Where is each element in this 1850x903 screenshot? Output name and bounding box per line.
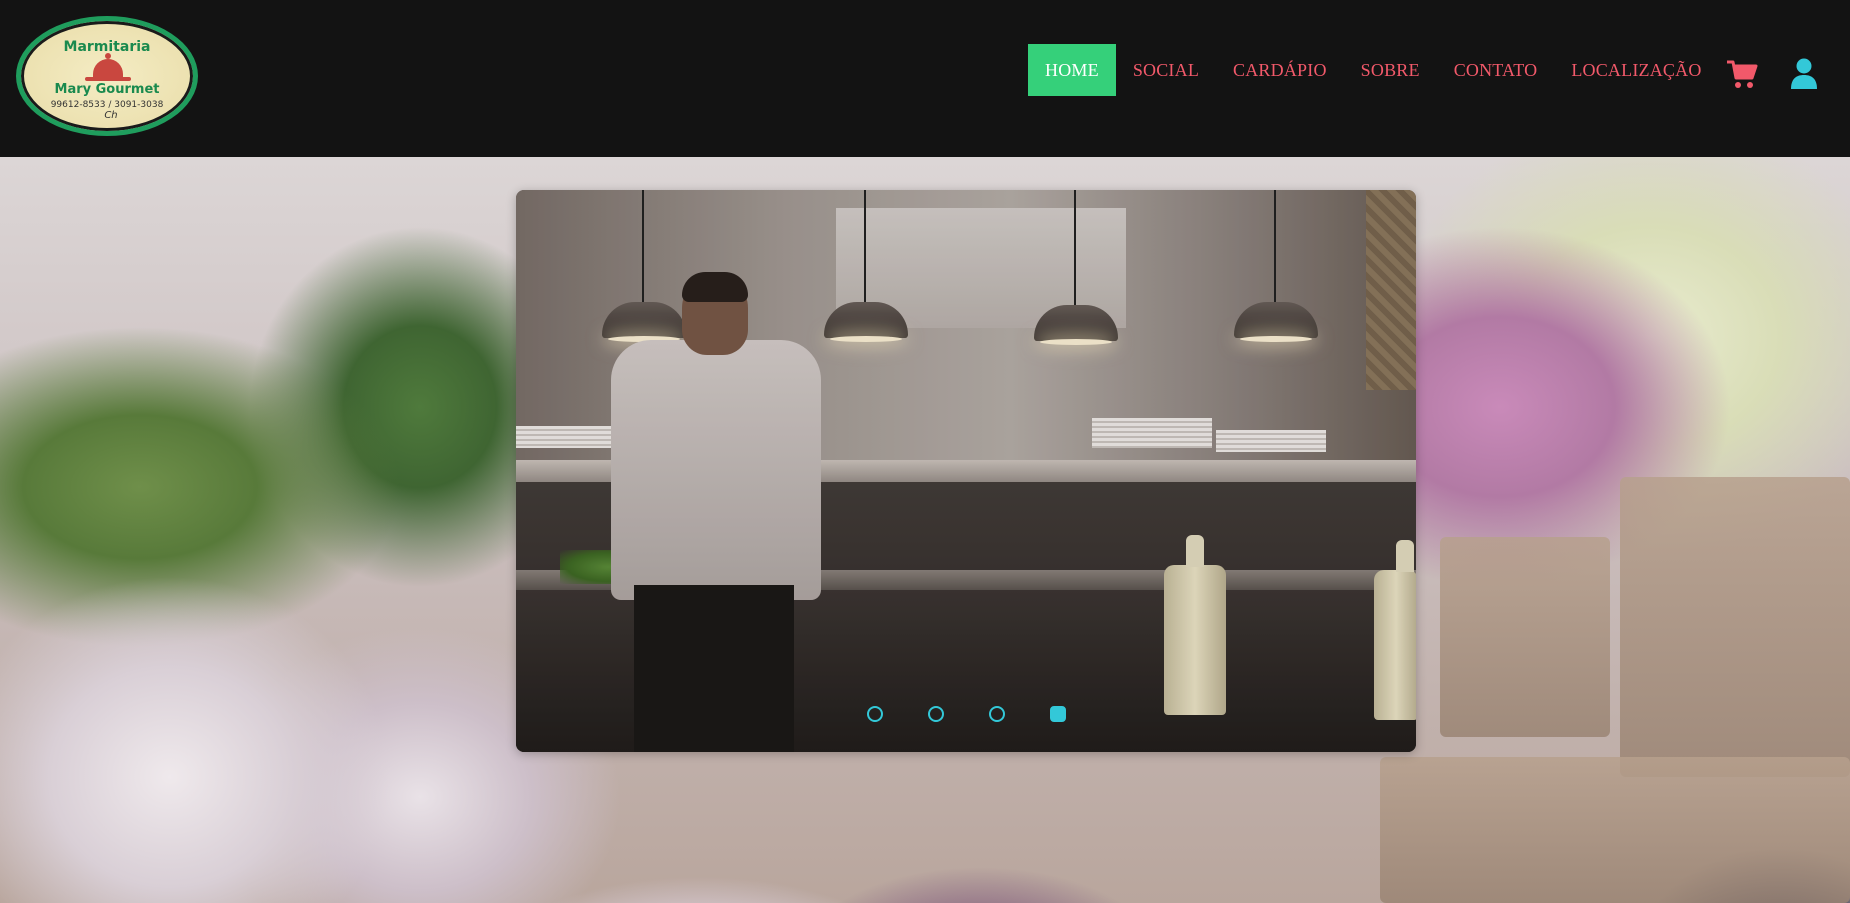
carousel-indicators [516, 706, 1416, 722]
logo-phones: 99612-8533 / 3091-3038 [50, 100, 164, 110]
main-nav: HOME SOCIAL CARDÁPIO SOBRE CONTATO LOCAL… [1028, 44, 1719, 96]
logo-subtitle: Mary Gourmet [54, 82, 160, 97]
cloche-icon [85, 53, 131, 81]
background-crate [1440, 537, 1610, 737]
nav-cardapio[interactable]: CARDÁPIO [1216, 44, 1344, 96]
nav-social[interactable]: SOCIAL [1116, 44, 1216, 96]
carousel-dot-1[interactable] [866, 706, 883, 722]
user-icon[interactable] [1790, 58, 1818, 90]
background-crate [1380, 757, 1850, 903]
nav-sobre[interactable]: SOBRE [1344, 44, 1437, 96]
image-carousel [516, 190, 1416, 752]
nav-localizacao[interactable]: LOCALIZAÇÃO [1554, 44, 1718, 96]
carousel-dot-3[interactable] [988, 706, 1005, 722]
background-crate [1620, 477, 1850, 777]
carousel-dot-4[interactable] [1049, 706, 1066, 722]
carousel-dot-2[interactable] [927, 706, 944, 722]
shopping-cart-icon[interactable] [1726, 58, 1758, 90]
logo-signature: Ch [104, 110, 118, 121]
carousel-slide-kitchen [516, 190, 1416, 752]
nav-contato[interactable]: CONTATO [1437, 44, 1555, 96]
nav-home[interactable]: HOME [1028, 44, 1116, 96]
brand-logo[interactable]: Marmitaria Mary Gourmet 99612-8533 / 309… [16, 16, 198, 136]
site-header: Marmitaria Mary Gourmet 99612-8533 / 309… [0, 0, 1850, 157]
